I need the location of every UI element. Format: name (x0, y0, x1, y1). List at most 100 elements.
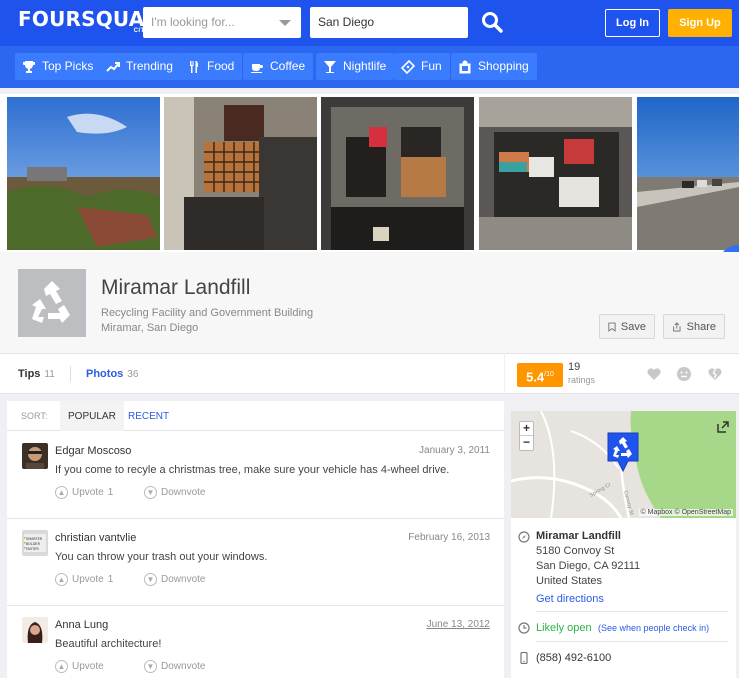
map-attribution[interactable]: © Mapbox © OpenStreetMap (638, 509, 733, 516)
signup-button[interactable]: Sign Up (668, 9, 732, 37)
zoom-in-button[interactable]: + (520, 422, 533, 436)
venue-photo[interactable] (164, 97, 317, 250)
address-country: United States (536, 575, 603, 587)
save-button[interactable]: Save (599, 314, 655, 339)
arrow-up-icon: ▲ (55, 660, 68, 673)
nav-label: Top Picks (42, 59, 94, 73)
tip-item: SMARTER BOLDER FASTER christian vantvlie… (7, 519, 504, 606)
tip-date: June 13, 2012 (426, 619, 490, 630)
nav-top-picks[interactable]: Top Picks (15, 53, 102, 80)
phone-number[interactable]: (858) 492-6100 (536, 652, 611, 664)
broken-heart-icon[interactable] (707, 366, 723, 382)
downvote-label: Downvote (161, 661, 206, 672)
venue-category[interactable]: Recycling Facility and Government Buildi… (101, 307, 313, 319)
downvote-label: Downvote (161, 487, 206, 498)
nav-food[interactable]: Food (180, 53, 243, 80)
venue-photo[interactable] (479, 97, 632, 250)
open-status: Likely open (536, 622, 592, 634)
arrow-up-icon: ▲ (55, 573, 68, 586)
upvote-label: Upvote (72, 661, 104, 672)
tip-text: If you come to recyle a christmas tree, … (55, 464, 450, 476)
nav-label: Fun (421, 59, 442, 73)
tab-tips-label: Tips (18, 368, 41, 380)
sort-recent-tab[interactable]: RECENT (128, 411, 169, 422)
tip-author[interactable]: Anna Lung (55, 619, 108, 631)
tips-panel: SORT: POPULAR RECENT Edgar Moscoso Janua… (7, 401, 504, 678)
upvote-button[interactable]: ▲ Upvote 1 (55, 486, 113, 499)
avatar-text: FASTER (26, 547, 39, 551)
near-input[interactable]: San Diego (310, 7, 468, 38)
rating-bar: 5.4/10 19 ratings (505, 353, 739, 394)
ratings-count: 19 (568, 361, 581, 373)
map-pin-icon[interactable] (606, 431, 640, 475)
tip-date: February 16, 2013 (408, 532, 490, 543)
avatar-text: BOLDER (26, 542, 41, 546)
avatar[interactable] (22, 617, 48, 643)
avatar[interactable]: SMARTER BOLDER FASTER (22, 530, 48, 556)
category-nav: Top Picks Trending Food Coffee Nightlife… (0, 46, 739, 88)
sort-popular-tab[interactable]: POPULAR (60, 401, 124, 431)
tip-text: You can throw your trash out your window… (55, 551, 268, 563)
downvote-button[interactable]: ▼ Downvote (144, 573, 205, 586)
downvote-button[interactable]: ▼ Downvote (144, 660, 205, 673)
chevron-down-icon[interactable] (279, 20, 291, 26)
nav-trending[interactable]: Trending (99, 53, 181, 80)
share-icon (673, 321, 681, 331)
tip-item: Anna Lung June 13, 2012 Beautiful archit… (7, 606, 504, 678)
nav-nightlife[interactable]: Nightlife (316, 53, 395, 80)
tip-author[interactable]: christian vantvlie (55, 532, 136, 544)
tab-divider (70, 366, 71, 382)
divider (536, 611, 728, 612)
trending-icon (106, 61, 120, 72)
trophy-icon (23, 60, 35, 73)
nav-coffee[interactable]: Coffee (243, 53, 314, 80)
upvote-button[interactable]: ▲ Upvote (55, 660, 104, 673)
share-button[interactable]: Share (663, 314, 725, 339)
expand-map-icon[interactable] (716, 420, 730, 434)
venue-name: Miramar Landfill (101, 276, 251, 299)
divider (536, 641, 728, 642)
venue-photo[interactable] (637, 97, 739, 250)
nav-fun[interactable]: Fun (394, 53, 450, 80)
upvote-count: 1 (107, 487, 114, 498)
meh-face-icon[interactable] (676, 366, 692, 382)
upvote-button[interactable]: ▲ Upvote 1 (55, 573, 113, 586)
tip-date: January 3, 2011 (419, 445, 490, 456)
map-zoom-control: + − (519, 421, 534, 451)
clock-icon (518, 622, 530, 634)
venue-header: Miramar Landfill Recycling Facility and … (0, 252, 739, 353)
venue-photo[interactable] (321, 97, 474, 250)
coffee-icon (251, 63, 263, 73)
address-street: 5180 Convoy St (536, 545, 615, 557)
top-header: FOURSQUARE CITY GUIDE I'm looking for...… (0, 0, 739, 46)
bookmark-icon (608, 322, 616, 332)
looking-for-input[interactable]: I'm looking for... (143, 7, 301, 38)
tab-tips[interactable]: Tips 11 (18, 368, 55, 380)
upvote-label: Upvote (72, 487, 104, 498)
downvote-button[interactable]: ▼ Downvote (144, 486, 205, 499)
tab-photos-count: 36 (127, 369, 139, 380)
tip-author[interactable]: Edgar Moscoso (55, 445, 131, 457)
tab-photos-label: Photos (86, 368, 124, 380)
tab-photos[interactable]: Photos 36 (86, 368, 138, 380)
nav-shopping[interactable]: Shopping (451, 53, 537, 80)
search-icon[interactable] (480, 10, 504, 34)
nav-label: Nightlife (343, 59, 387, 73)
nav-label: Food (207, 59, 235, 73)
arrow-down-icon: ▼ (144, 486, 157, 499)
heart-icon[interactable] (646, 366, 662, 382)
get-directions-link[interactable]: Get directions (536, 593, 604, 605)
venue-score: 5.4/10 (517, 363, 563, 387)
venue-location[interactable]: Miramar, San Diego (101, 322, 198, 334)
fork-knife-icon (190, 60, 198, 73)
check-in-times-link[interactable]: (See when people check in) (598, 623, 709, 633)
sort-bar: SORT: POPULAR RECENT (7, 401, 504, 431)
avatar[interactable] (22, 443, 48, 469)
login-button[interactable]: Log In (605, 9, 660, 37)
downvote-label: Downvote (161, 574, 206, 585)
arrow-down-icon: ▼ (144, 660, 157, 673)
venue-photo[interactable] (7, 97, 160, 250)
score-out-of: /10 (544, 371, 554, 378)
venue-map[interactable]: Spring Cr Convoy St + − © Mapbox © OpenS… (511, 411, 736, 518)
zoom-out-button[interactable]: − (520, 436, 533, 450)
